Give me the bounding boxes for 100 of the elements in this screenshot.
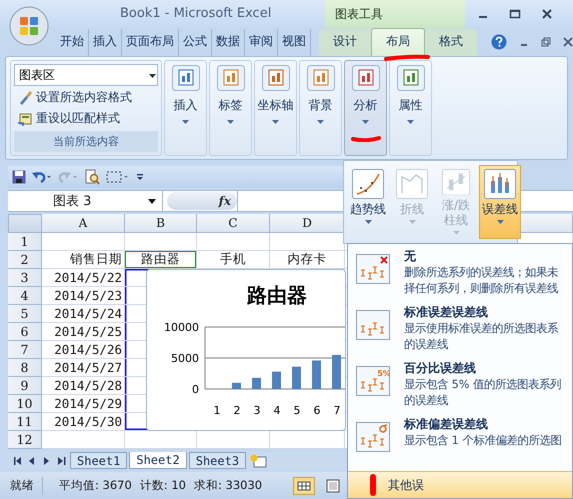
chart-command-icon[interactable] [262, 65, 290, 91]
caret-icon [452, 231, 460, 235]
axis-tick-label: 5000 [171, 352, 199, 365]
insert-function-button[interactable]: fx [218, 194, 231, 208]
table-cell: 2014/5/28 [42, 377, 125, 395]
ribbon-tab[interactable]: 布局 [371, 28, 425, 56]
error-bars-icon [356, 254, 390, 284]
menu-item-description: 择任何系列，则删除所有误差线 [404, 281, 558, 297]
ribbon-command[interactable]: 坐标轴 [258, 97, 294, 114]
restore-icon[interactable] [541, 37, 551, 47]
row-header[interactable]: 5 [8, 305, 42, 323]
customize-toolbar-icon[interactable] [136, 172, 144, 182]
row-header[interactable]: 9 [8, 377, 42, 395]
menu-item-description: 显示使用标准误差的所选图表系 [404, 321, 558, 337]
chart-area[interactable]: 路由器 0 5000 10000 1 2 3 4 5 6 7 [146, 269, 346, 431]
chart-element-dropdown[interactable]: 图表区 [14, 64, 158, 86]
sheet-tab[interactable]: Sheet2 [129, 452, 187, 469]
analysis-option[interactable]: 误差线 [479, 165, 521, 239]
caret-icon[interactable] [149, 74, 156, 78]
chart-command-icon[interactable] [306, 65, 334, 91]
undo-icon[interactable] [32, 170, 52, 184]
y-axis [204, 326, 206, 390]
sheet-navigation-icon[interactable] [12, 456, 68, 466]
caret-icon [408, 220, 416, 224]
row-header[interactable]: 4 [8, 287, 42, 305]
row-header[interactable]: 3 [8, 269, 42, 287]
chart-option-icon [396, 169, 428, 199]
sheet-tab[interactable]: Sheet3 [188, 452, 246, 469]
chart-command-icon[interactable] [216, 65, 244, 91]
table-cell: 销售日期 [42, 251, 125, 269]
status-summary: 求和: 33030 [194, 478, 262, 493]
menu-item[interactable]: 无 删除所选系列的误差线；如果未 择任何系列，则删除所有误差线 [348, 244, 572, 300]
table-cell [125, 233, 197, 251]
window-title: Book1 - Microsoft Excel [120, 6, 272, 21]
caret-icon[interactable] [148, 198, 156, 204]
ribbon-command[interactable]: 属性 [398, 97, 422, 114]
axis-tick-label: 2 [234, 404, 240, 417]
save-icon[interactable] [12, 170, 26, 184]
ribbon-tab[interactable]: 设计 [319, 29, 371, 56]
column-header[interactable]: D [270, 214, 345, 233]
maximize-icon[interactable] [509, 8, 521, 20]
status-text: 就绪 [10, 478, 34, 493]
chart-option-icon [440, 169, 472, 196]
annotation-mark [370, 474, 376, 496]
menu-footer-item[interactable]: 其他误 [348, 471, 572, 498]
error-bars-icon [356, 422, 390, 452]
chart-bar [232, 382, 241, 389]
help-icon[interactable] [491, 34, 507, 50]
table-cell: 2014/5/24 [42, 305, 125, 323]
row-header[interactable]: 8 [8, 359, 42, 377]
menu-item-title: 百分比误差线 [404, 360, 477, 377]
table-cell: 2014/5/22 [42, 269, 125, 287]
axis-tick-label: 1 [214, 404, 220, 417]
row-header[interactable]: 11 [8, 413, 42, 431]
column-header[interactable]: C [197, 214, 270, 233]
chart-option-icon [484, 169, 516, 199]
column-header[interactable]: A [42, 214, 125, 233]
menu-item-description: 显示包含 1 个标准偏差的所选图 [404, 433, 562, 449]
row-header[interactable]: 12 [8, 431, 42, 449]
status-summary: 计数: 10 [140, 478, 186, 493]
ribbon-command[interactable]: 背景 [308, 97, 332, 114]
brush-icon[interactable] [17, 90, 33, 106]
axis-tick-label: 5 [294, 404, 300, 417]
shapes-icon[interactable] [106, 170, 130, 184]
ribbon-command[interactable]: 重设以匹配样式 [36, 109, 120, 128]
ribbon-tab[interactable]: 格式 [425, 29, 477, 56]
column-header[interactable]: B [125, 214, 197, 233]
row-header[interactable]: 2 [8, 251, 42, 269]
menu-item-title: 标准偏差误差线 [404, 416, 489, 433]
chart-bar [292, 366, 301, 389]
menu-item-description: 的误差线 [404, 337, 449, 353]
menu-item-description: 的误差线 [404, 393, 449, 409]
caret-icon [496, 220, 504, 224]
ribbon-command[interactable]: 标签 [218, 97, 242, 114]
print-preview-icon[interactable] [84, 169, 100, 185]
name-box[interactable]: 图表 3 [8, 191, 163, 211]
chart-command-icon[interactable] [352, 65, 380, 91]
normal-view-icon[interactable] [293, 476, 315, 494]
chart-bar [312, 360, 321, 389]
close-icon[interactable] [541, 8, 553, 20]
menu-item[interactable]: 标准偏差误差线 显示包含 1 个标准偏差的所选图 [348, 412, 572, 455]
ribbon-command[interactable]: 插入 [174, 97, 198, 114]
reset-style-icon[interactable] [17, 110, 33, 126]
menu-item[interactable]: 标准误差误差线 显示使用标准误差的所选图表系 的误差线 [348, 300, 572, 356]
row-header[interactable]: 10 [8, 395, 42, 413]
row-header[interactable]: 1 [8, 233, 42, 251]
chart-command-icon[interactable] [396, 65, 424, 91]
chart-bar [332, 354, 341, 389]
analysis-option[interactable]: 趋势线 [347, 165, 389, 239]
caret-icon [364, 220, 372, 224]
chart-title: 路由器 [247, 283, 307, 307]
ribbon-command[interactable]: 设置所选内容格式 [36, 88, 132, 107]
chart-command-icon[interactable] [172, 65, 200, 91]
row-header[interactable]: 6 [8, 323, 42, 341]
close-icon[interactable] [563, 37, 573, 47]
chart-bar [272, 372, 281, 389]
error-bars-icon [356, 310, 390, 340]
row-header[interactable]: 7 [8, 341, 42, 359]
ribbon-command[interactable]: 分析 [354, 97, 378, 114]
sheet-tab[interactable]: Sheet1 [70, 452, 128, 469]
